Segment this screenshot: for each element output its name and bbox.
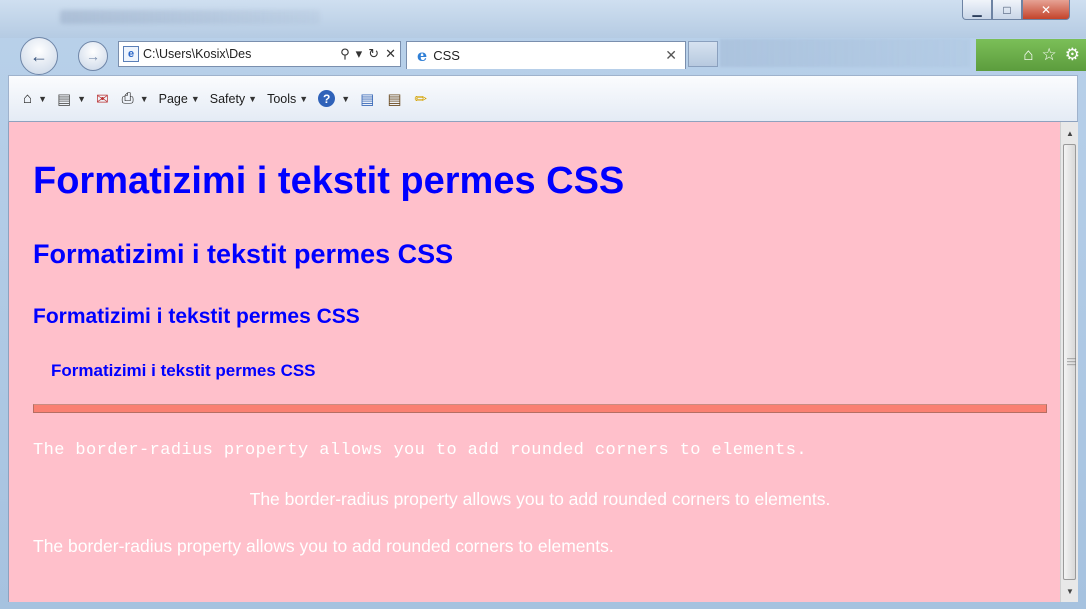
window-controls: ▁ □ ✕ (962, 0, 1070, 20)
page-menu[interactable]: Page ▼ (159, 92, 200, 106)
address-bar[interactable]: e C:\Users\Kosix\Des ⚲ ▾ ↻ ✕ (118, 41, 401, 67)
tab-title: CSS (433, 48, 460, 63)
chevron-down-icon: ▼ (77, 93, 87, 104)
new-tab-button[interactable] (688, 41, 718, 67)
help-menu[interactable]: ? ▼ (318, 90, 350, 107)
scrollbar-thumb[interactable]: — — — (1063, 144, 1076, 580)
tab-css[interactable]: e CSS ✕ (406, 41, 686, 69)
forward-arrow-icon: → (86, 48, 100, 64)
heading-2: Formatizimi i tekstit permes CSS (33, 239, 454, 269)
rss-feed-icon: ▤ (56, 90, 72, 108)
paragraph-monospace: The border-radius property allows you to… (33, 441, 807, 460)
mail-icon: ✉ (96, 90, 109, 108)
address-tools: ⚲ ▾ ↻ ✕ (336, 46, 400, 62)
home-icon: ⌂ (23, 90, 33, 107)
paragraph-centered: The border-radius property allows you to… (249, 489, 831, 509)
research-icon: ▤ (360, 90, 375, 108)
grip-icon: — — — (1067, 353, 1076, 369)
favorites-icon[interactable]: ☆ (1042, 45, 1057, 65)
address-text[interactable]: C:\Users\Kosix\Des (143, 47, 336, 61)
safety-menu-label: Safety (209, 91, 246, 106)
page-content: Formatizimi i tekstit permes CSS Formati… (9, 122, 1061, 602)
toolbar-icons: ⌂ ☆ ⚙ (976, 39, 1086, 71)
print-menu[interactable]: ⎙ ▼ (122, 90, 149, 107)
safety-menu[interactable]: Safety ▼ (210, 92, 257, 106)
scroll-down-arrow[interactable]: ▼ (1061, 582, 1078, 600)
help-icon: ? (318, 90, 336, 107)
pencil-button[interactable]: ✏ (415, 90, 431, 108)
home-menu[interactable]: ⌂ ▼ (23, 90, 47, 107)
gear-icon[interactable]: ⚙ (1065, 45, 1080, 65)
mail-button[interactable]: ✉ (96, 90, 112, 108)
back-arrow-icon: ← (30, 45, 48, 66)
maximize-button[interactable]: □ (992, 0, 1022, 20)
page-icon: e (123, 46, 139, 62)
ie-logo-icon: e (417, 46, 428, 65)
chevron-down-icon: ▼ (248, 93, 258, 104)
forward-button[interactable]: → (78, 41, 108, 71)
command-bar: ⌂ ▼ ▤ ▼ ✉ ⎙ ▼ Page ▼ Safety ▼ Tools ▼ ? ▼ ▤ ▤ ✏ (8, 75, 1078, 122)
chevron-down-icon: ▼ (299, 93, 309, 104)
chevron-down-icon: ▼ (190, 93, 200, 104)
close-window-button[interactable]: ✕ (1022, 0, 1070, 20)
browser-window: ▁ □ ✕ ← → e C:\Users\Kosix\Des ⚲ ▾ ↻ ✕ e… (0, 0, 1086, 609)
blurred-background (720, 39, 970, 67)
refresh-icon[interactable]: ↻ (368, 46, 379, 62)
chevron-down-icon: ▼ (139, 93, 149, 104)
books-icon: ▤ (387, 90, 402, 108)
scroll-up-arrow[interactable]: ▲ (1061, 124, 1078, 142)
chevron-down-icon: ▼ (341, 93, 351, 104)
vertical-scrollbar[interactable]: ▲ — — — ▼ (1060, 122, 1078, 602)
printer-icon: ⎙ (121, 90, 134, 107)
pencil-icon: ✏ (414, 90, 428, 108)
navigation-row: ← → e C:\Users\Kosix\Des ⚲ ▾ ↻ ✕ e CSS ✕… (0, 33, 1086, 75)
heading-4: Formatizimi i tekstit permes CSS (51, 361, 316, 380)
heading-3: Formatizimi i tekstit permes CSS (33, 305, 360, 328)
heading-1: Formatizimi i tekstit permes CSS (33, 160, 625, 202)
search-icon[interactable]: ⚲ (340, 46, 350, 62)
tools-menu[interactable]: Tools ▼ (267, 92, 308, 106)
dropdown-icon[interactable]: ▾ (356, 46, 363, 62)
home-icon[interactable]: ⌂ (1023, 45, 1033, 65)
page-menu-label: Page (158, 91, 188, 106)
back-button[interactable]: ← (20, 37, 58, 75)
tab-close-button[interactable]: ✕ (665, 47, 677, 64)
research-button[interactable]: ▤ (360, 90, 377, 108)
tools-menu-label: Tools (267, 91, 297, 106)
feeds-menu[interactable]: ▤ ▼ (57, 90, 86, 108)
stop-icon[interactable]: ✕ (385, 46, 396, 62)
page-viewport: Formatizimi i tekstit permes CSS Formati… (8, 122, 1078, 602)
reference-button[interactable]: ▤ (387, 90, 404, 108)
chevron-down-icon: ▼ (38, 93, 47, 104)
horizontal-rule (33, 404, 1047, 413)
paragraph-left: The border-radius property allows you to… (33, 536, 614, 556)
minimize-button[interactable]: ▁ (962, 0, 992, 20)
blurred-background-title (60, 10, 320, 24)
